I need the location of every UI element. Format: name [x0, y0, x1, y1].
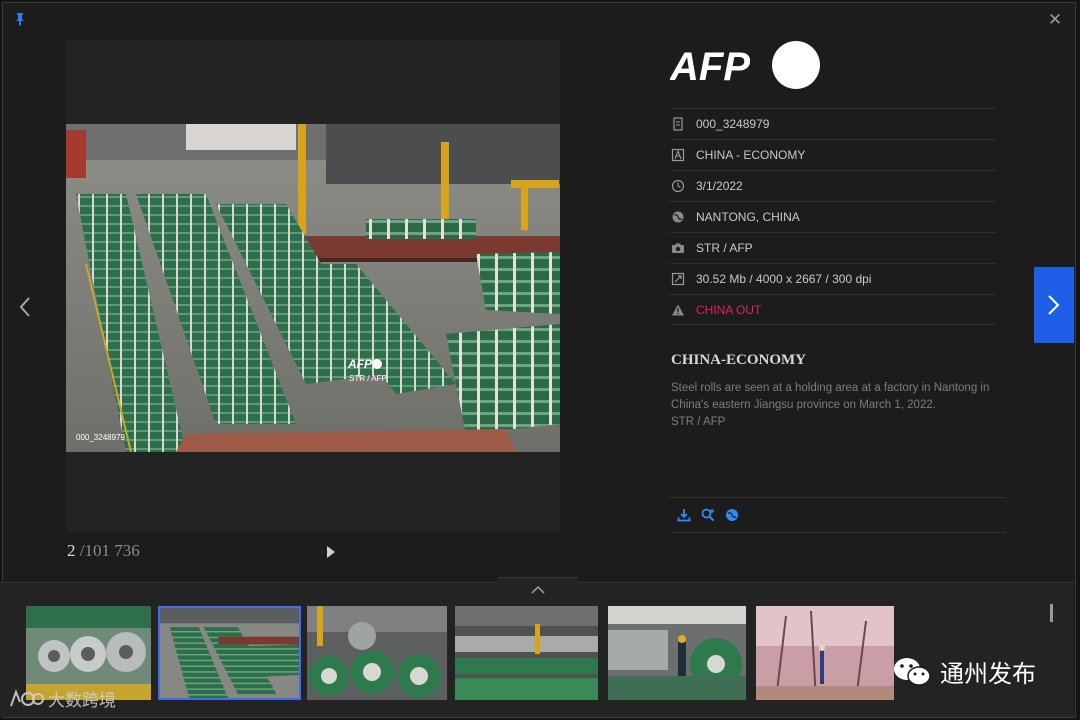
chevron-right-icon	[1048, 295, 1060, 315]
close-icon[interactable]: ✕	[1046, 11, 1064, 29]
meta-row-restriction: CHINA OUT	[670, 294, 996, 325]
category-icon	[671, 148, 685, 162]
action-bar	[670, 497, 1006, 533]
globe-icon	[672, 211, 684, 223]
meta-text: NANTONG, CHINA	[696, 210, 800, 224]
source-watermark-left: 大数跨境	[8, 686, 116, 711]
thumbnail-6[interactable]	[756, 606, 894, 700]
download-icon[interactable]	[676, 507, 692, 523]
brand-mark-icon	[10, 688, 44, 706]
meta-text: CHINA - ECONOMY	[696, 148, 806, 162]
caption-credit: STR / AFP	[671, 416, 726, 428]
meta-text: 3/1/2022	[696, 179, 743, 193]
previous-arrow-icon[interactable]	[14, 292, 36, 322]
clock-icon	[671, 179, 685, 193]
meta-row-category: CHINA - ECONOMY	[670, 139, 996, 170]
photo-id-label: 000_3248979	[76, 433, 125, 442]
photo-watermark-brand: AFP	[347, 357, 373, 371]
current-index: 2	[67, 541, 76, 560]
next-button[interactable]	[1034, 267, 1074, 343]
globe-map-icon[interactable]	[724, 507, 740, 523]
watermark-right-text: 通州发布	[940, 660, 1036, 688]
play-slideshow-icon[interactable]	[327, 546, 335, 558]
meta-text: 000_3248979	[696, 117, 770, 131]
watermark-left-text: 大数跨境	[48, 691, 116, 711]
resize-icon	[671, 272, 685, 286]
wechat-icon	[894, 657, 931, 686]
meta-text: 30.52 Mb / 4000 x 2667 / 300 dpi	[696, 272, 872, 286]
search-similar-icon[interactable]	[700, 507, 716, 523]
restriction-text: CHINA OUT	[696, 302, 762, 317]
document-icon	[673, 117, 683, 131]
thumbnail-2-selected[interactable]	[158, 606, 301, 700]
meta-row-size: 30.52 Mb / 4000 x 2667 / 300 dpi	[670, 263, 996, 294]
collapse-strip-toggle[interactable]	[498, 577, 578, 602]
thumbnail-4[interactable]	[455, 606, 598, 700]
meta-row-id: 000_3248979	[670, 108, 996, 139]
chevron-up-icon	[531, 586, 545, 594]
photo-caption: Steel rolls are seen at a holding area a…	[671, 380, 1001, 431]
strip-scrollbar[interactable]	[1050, 604, 1053, 622]
camera-icon	[672, 243, 684, 253]
total-count: /101 736	[79, 541, 140, 560]
afp-logo: AFP	[670, 41, 820, 89]
meta-row-location: NANTONG, CHINA	[670, 201, 996, 232]
warning-icon	[672, 304, 684, 315]
source-watermark-right: 通州发布	[892, 654, 1036, 689]
meta-row-credit: STR / AFP	[670, 232, 996, 263]
caption-text: Steel rolls are seen at a holding area a…	[671, 382, 990, 411]
pin-icon[interactable]	[14, 12, 26, 26]
meta-text: STR / AFP	[696, 241, 753, 255]
image-counter: 2 /101 736	[67, 541, 140, 561]
photo-watermark-credit: STR / AFP	[349, 374, 387, 383]
thumbnail-5[interactable]	[608, 606, 746, 700]
story-title: CHINA-ECONOMY	[671, 352, 806, 368]
thumbnail-3[interactable]	[307, 606, 447, 700]
svg-text:AFP: AFP	[670, 45, 750, 89]
main-photo[interactable]: 000_3248979 AFP STR / AFP	[66, 124, 560, 452]
meta-row-date: 3/1/2022	[670, 170, 996, 201]
metadata-list: 000_3248979 CHINA - ECONOMY 3/1/2022 NAN…	[670, 108, 996, 325]
